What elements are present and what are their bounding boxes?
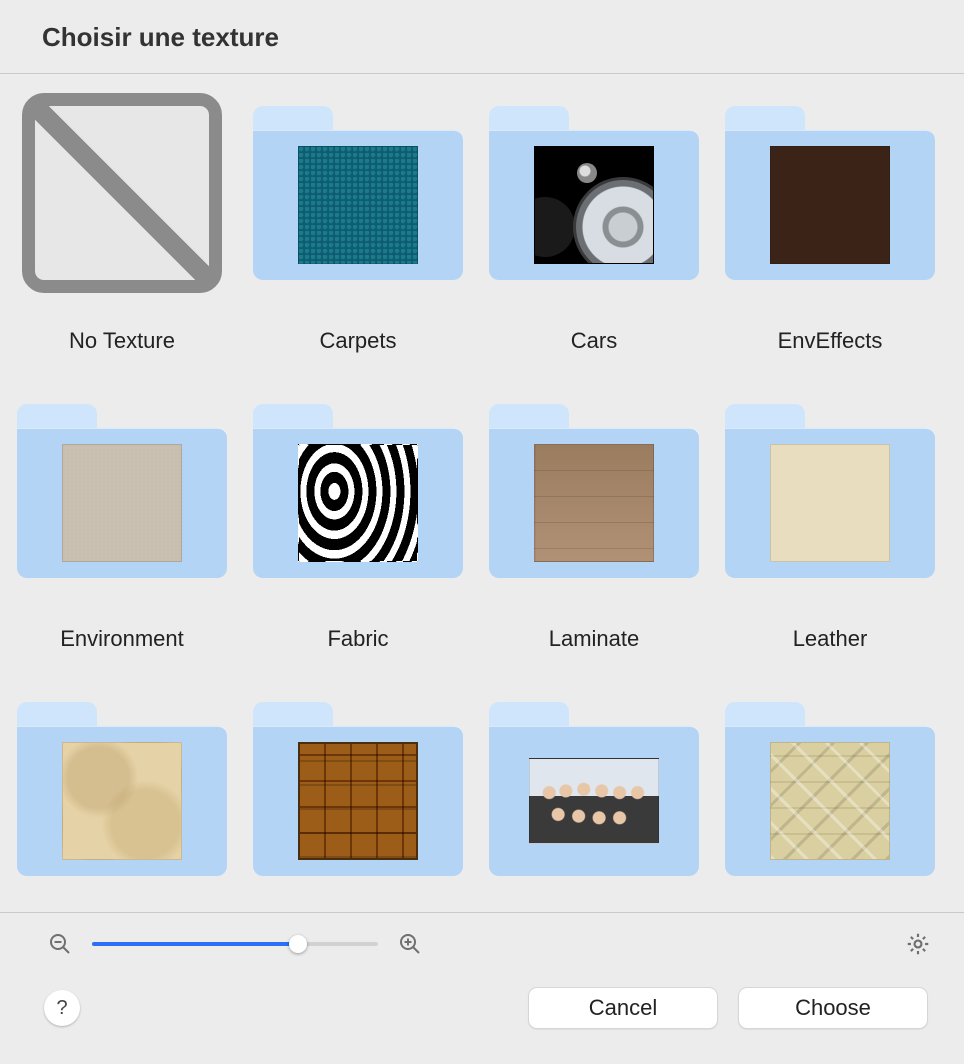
texture-label: Cars — [571, 328, 617, 356]
help-button[interactable]: ? — [44, 990, 80, 1026]
folder-icon — [725, 404, 935, 578]
texture-swatch — [770, 742, 890, 860]
texture-item-marble[interactable] — [12, 684, 232, 912]
folder-icon — [725, 702, 935, 876]
content-frame: No Texture Carpets Cars EnvEffects Environme… — [0, 73, 964, 913]
dialog-footer: ? Cancel Choose — [0, 965, 964, 1029]
texture-item-fabric[interactable]: Fabric — [248, 386, 468, 654]
texture-item-people[interactable] — [484, 684, 704, 912]
texture-item-laminate[interactable]: Laminate — [484, 386, 704, 654]
texture-label: No Texture — [69, 328, 175, 356]
texture-swatch — [298, 444, 418, 562]
texture-label: Laminate — [549, 626, 640, 654]
texture-label: Leather — [793, 626, 868, 654]
folder-icon — [253, 404, 463, 578]
window-title: Choisir une texture — [0, 0, 964, 73]
texture-item-cars[interactable]: Cars — [484, 88, 704, 356]
texture-thumbnail — [253, 684, 463, 894]
texture-thumbnail — [17, 684, 227, 894]
texture-thumbnail — [17, 386, 227, 596]
texture-thumbnail — [253, 88, 463, 298]
folder-icon — [253, 106, 463, 280]
texture-thumbnail — [725, 88, 935, 298]
texture-item-carpets[interactable]: Carpets — [248, 88, 468, 356]
texture-swatch — [62, 742, 182, 860]
texture-item-leather[interactable]: Leather — [720, 386, 940, 654]
texture-swatch — [534, 146, 654, 264]
texture-swatch — [62, 444, 182, 562]
folder-icon — [489, 404, 699, 578]
texture-item-enveffects[interactable]: EnvEffects — [720, 88, 940, 356]
folder-icon — [489, 106, 699, 280]
texture-swatch — [298, 146, 418, 264]
texture-swatch — [529, 758, 659, 844]
gear-icon[interactable] — [904, 930, 932, 958]
choose-button[interactable]: Choose — [738, 987, 928, 1029]
texture-thumbnail — [253, 386, 463, 596]
slider-thumb[interactable] — [289, 935, 307, 953]
slider-fill — [92, 942, 298, 946]
folder-icon — [253, 702, 463, 876]
texture-label: Fabric — [327, 626, 388, 654]
folder-icon — [725, 106, 935, 280]
no-texture-icon — [22, 93, 222, 293]
zoom-slider[interactable] — [92, 934, 378, 954]
texture-thumbnail — [725, 386, 935, 596]
texture-swatch — [770, 146, 890, 264]
texture-label: EnvEffects — [778, 328, 883, 356]
folder-icon — [17, 702, 227, 876]
texture-swatch — [534, 444, 654, 562]
texture-scroll-area[interactable]: No Texture Carpets Cars EnvEffects Environme… — [0, 74, 964, 912]
texture-thumbnail — [17, 88, 227, 298]
zoom-in-icon[interactable] — [396, 930, 424, 958]
zoom-out-icon[interactable] — [46, 930, 74, 958]
folder-icon — [17, 404, 227, 578]
texture-thumbnail — [489, 684, 699, 894]
cancel-button[interactable]: Cancel — [528, 987, 718, 1029]
texture-thumbnail — [725, 684, 935, 894]
texture-grid: No Texture Carpets Cars EnvEffects Environme… — [0, 74, 964, 912]
texture-label: Environment — [60, 626, 184, 654]
texture-label: Carpets — [319, 328, 396, 356]
texture-item-stone[interactable] — [720, 684, 940, 912]
texture-item-parquet[interactable] — [248, 684, 468, 912]
texture-thumbnail — [489, 88, 699, 298]
texture-chooser-window: Choisir une texture No Texture Carpets Car… — [0, 0, 964, 1064]
texture-thumbnail — [489, 386, 699, 596]
texture-item-no-texture[interactable]: No Texture — [12, 88, 232, 356]
folder-icon — [489, 702, 699, 876]
texture-swatch — [298, 742, 418, 860]
zoom-toolbar — [0, 913, 964, 965]
texture-item-environment[interactable]: Environment — [12, 386, 232, 654]
texture-swatch — [770, 444, 890, 562]
